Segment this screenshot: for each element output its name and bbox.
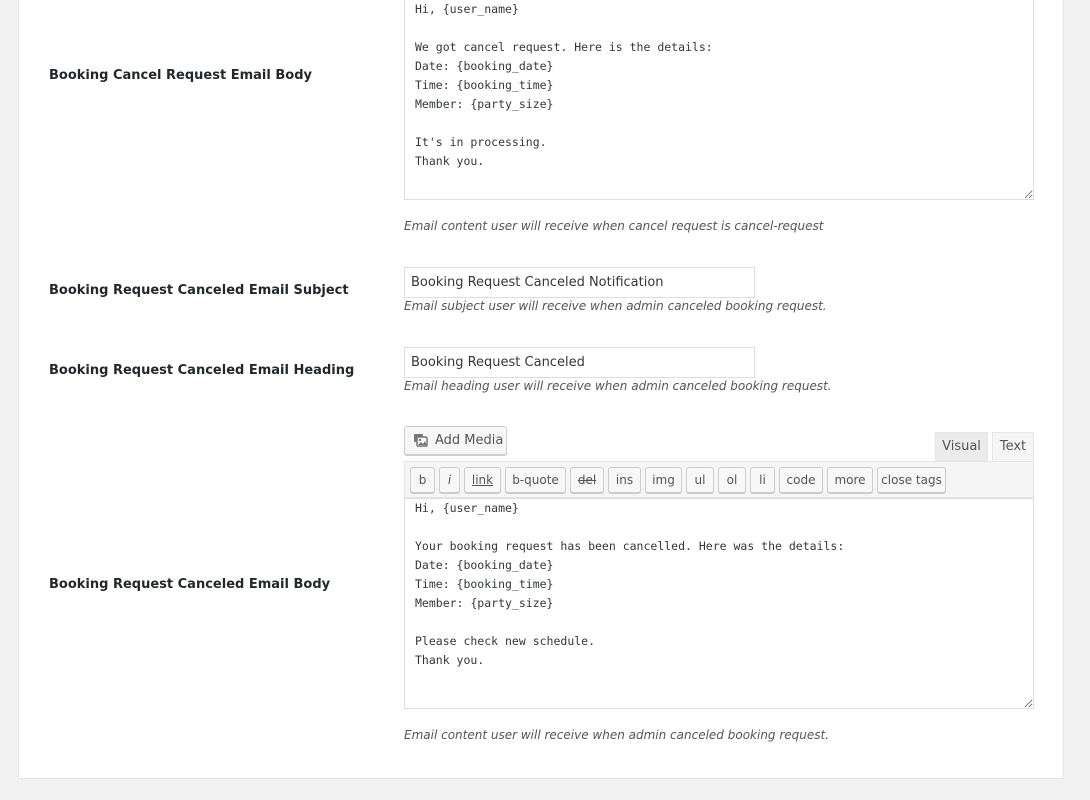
canceled-body-label: Booking Request Canceled Email Body	[49, 577, 331, 592]
add-media-button[interactable]: Add Media	[404, 426, 507, 455]
quicktag-b-quote[interactable]: b-quote	[505, 467, 566, 493]
add-media-label: Add Media	[435, 433, 504, 448]
canceled-subject-input[interactable]	[404, 267, 755, 298]
quicktag-ol[interactable]: ol	[718, 467, 746, 493]
cancel-request-body-description: Email content user will receive when can…	[404, 219, 824, 233]
canceled-heading-description: Email heading user will receive when adm…	[404, 379, 832, 393]
quicktag-i[interactable]: i	[439, 467, 460, 493]
quicktag-del[interactable]: del	[570, 467, 604, 493]
quicktag-ins[interactable]: ins	[608, 467, 641, 493]
quicktag-more[interactable]: more	[827, 467, 873, 493]
quicktag-b[interactable]: b	[410, 467, 435, 493]
tab-visual[interactable]: Visual	[935, 432, 988, 461]
canceled-body-textarea[interactable]: Hi, {user_name} Your booking request has…	[404, 498, 1034, 709]
canceled-subject-description: Email subject user will receive when adm…	[404, 299, 827, 313]
quicktag-close-tags[interactable]: close tags	[877, 467, 946, 493]
cancel-request-body-label: Booking Cancel Request Email Body	[49, 68, 312, 83]
quicktag-img[interactable]: img	[645, 467, 682, 493]
quicktag-ul[interactable]: ul	[686, 467, 714, 493]
quicktag-li[interactable]: li	[750, 467, 775, 493]
tab-text[interactable]: Text	[992, 432, 1034, 461]
canceled-subject-label: Booking Request Canceled Email Subject	[49, 283, 349, 298]
media-icon	[414, 434, 428, 447]
canceled-body-description: Email content user will receive when adm…	[404, 728, 830, 742]
quicktag-link[interactable]: link	[464, 467, 501, 493]
quicktag-code[interactable]: code	[779, 467, 823, 493]
cancel-request-body-textarea[interactable]: Hi, {user_name} We got cancel request. H…	[404, 0, 1034, 200]
canceled-heading-label: Booking Request Canceled Email Heading	[49, 363, 355, 378]
canceled-heading-input[interactable]	[404, 347, 755, 378]
